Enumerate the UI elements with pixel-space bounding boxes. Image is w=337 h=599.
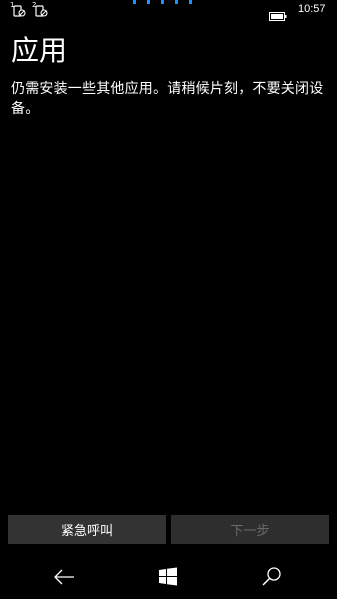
sim1-number: 1 — [10, 1, 15, 9]
progress-dot — [189, 0, 192, 4]
progress-dots — [133, 0, 193, 4]
progress-dot — [175, 0, 178, 4]
navigation-bar — [0, 556, 337, 599]
search-icon[interactable] — [258, 564, 286, 590]
page-title: 应用 — [11, 34, 68, 67]
progress-dot — [147, 0, 150, 4]
back-arrow-icon[interactable] — [50, 564, 78, 590]
windows-logo-icon[interactable] — [154, 564, 182, 590]
next-button[interactable]: 下一步 — [171, 515, 329, 544]
emergency-call-button[interactable]: 紧急呼叫 — [8, 515, 166, 544]
battery-icon — [269, 6, 287, 21]
sim2-number: 2 — [32, 1, 37, 9]
clock: 10:57 — [298, 3, 326, 15]
page-description: 仍需安装一些其他应用。请稍候片刻，不要关闭设备。 — [11, 81, 324, 117]
sim2-signal-icon: 2 — [32, 1, 50, 18]
status-bar: 1 2 10:57 — [0, 0, 337, 22]
sim1-signal-icon: 1 — [10, 1, 28, 18]
progress-dot — [161, 0, 164, 4]
progress-dot — [133, 0, 136, 4]
